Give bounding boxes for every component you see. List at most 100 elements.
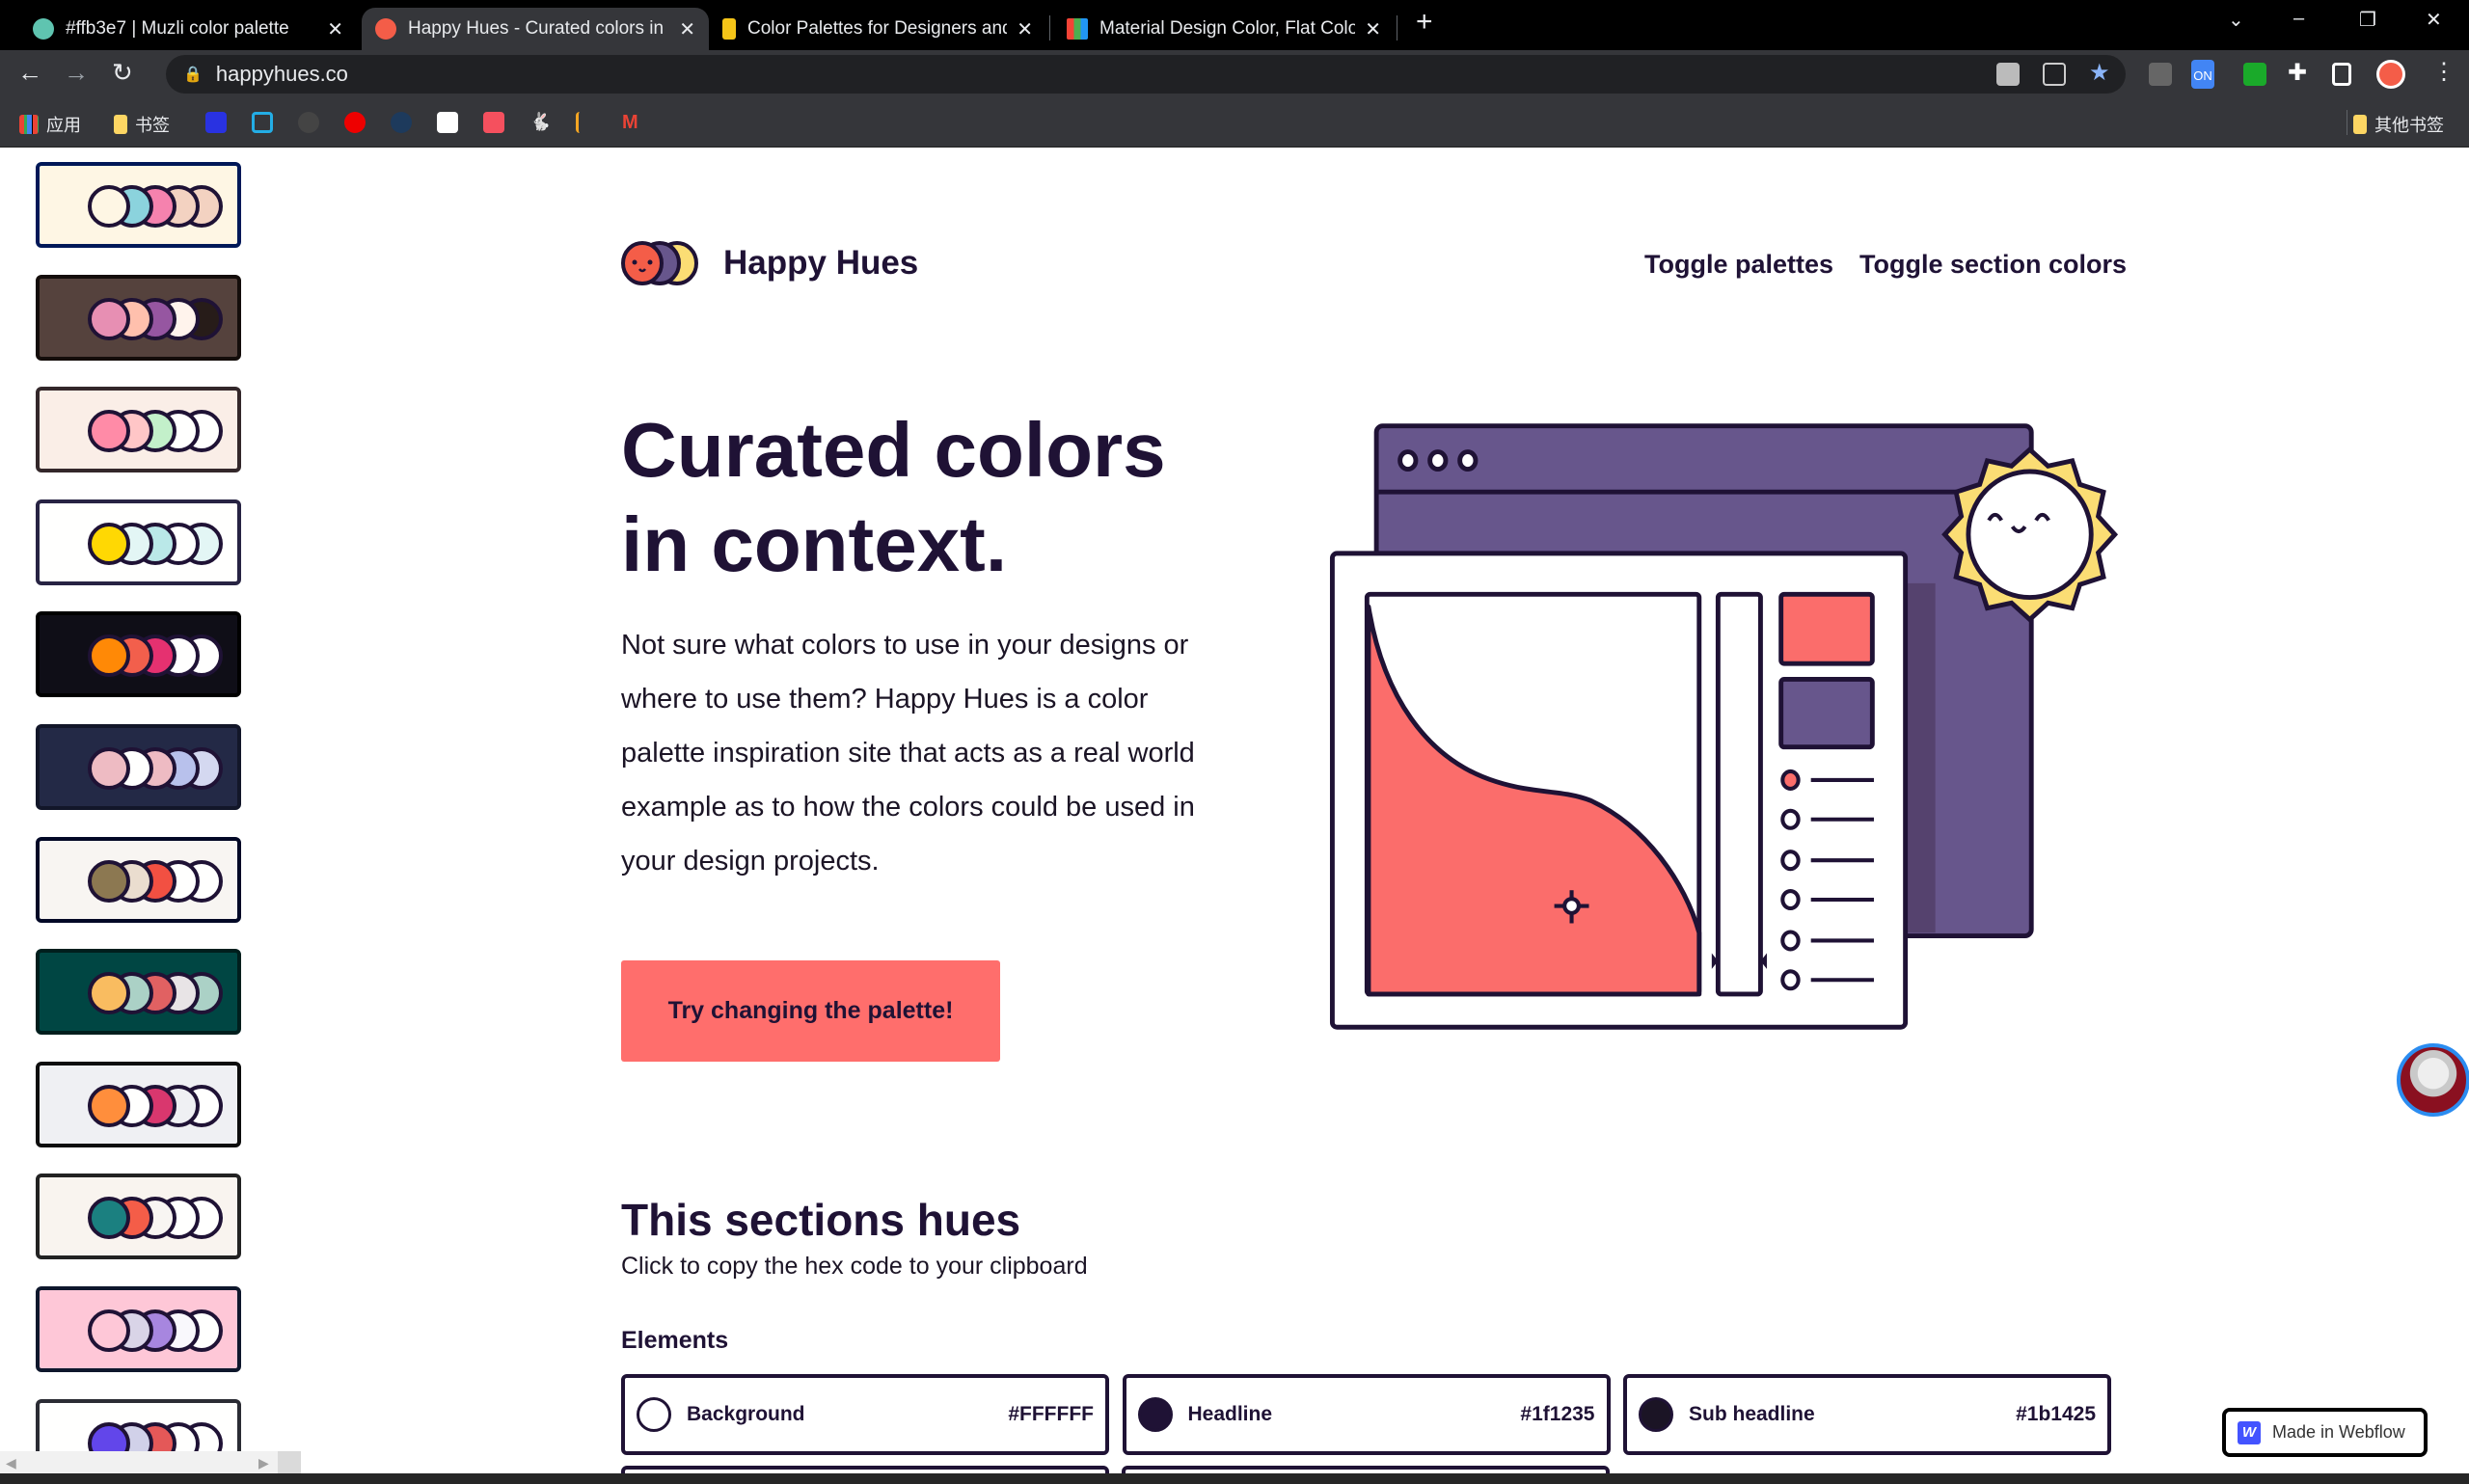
- element-color-card[interactable]: Sub headline #1b1425: [1623, 1374, 2111, 1455]
- palette-option[interactable]: [36, 499, 241, 585]
- element-hex: #1f1235: [1520, 1403, 1595, 1425]
- color-swatch: [1137, 1397, 1173, 1432]
- url-text: happyhues.co: [215, 62, 348, 86]
- radio-dot-icon: [1780, 850, 1801, 872]
- element-color-card[interactable]: Headline #1f1235: [1122, 1374, 1611, 1455]
- bookmark-other[interactable]: 其他书签: [2353, 112, 2444, 137]
- browser-toolbar: ← → ↻ 🔒 happyhues.co ★ ON ✚ ⋮: [0, 50, 2469, 98]
- palette-option[interactable]: [36, 274, 241, 361]
- muzli-favicon-icon: [33, 18, 54, 40]
- tab-material-design[interactable]: Material Design Color, Flat Colors ✕: [1053, 8, 1395, 50]
- extension-reader-icon[interactable]: [2149, 63, 2172, 86]
- palette-favicon-icon: [722, 18, 736, 40]
- baidu-icon[interactable]: [205, 112, 227, 133]
- palette-option[interactable]: [36, 724, 241, 810]
- close-tab-icon[interactable]: ✕: [327, 17, 343, 41]
- address-bar[interactable]: 🔒 happyhues.co: [166, 55, 2126, 94]
- element-hex: #1b1425: [2016, 1403, 2096, 1425]
- penguin-icon[interactable]: [437, 112, 458, 133]
- window-bottom-edge: [0, 1473, 2469, 1484]
- palette-color-swatch: [88, 297, 130, 340]
- profile-avatar[interactable]: [2376, 60, 2405, 89]
- window-shadow: [1907, 582, 1936, 933]
- tab-title: #ffb3e7 | Muzli color palette: [66, 18, 289, 39]
- element-name: Sub headline: [1689, 1403, 1815, 1425]
- share-icon[interactable]: [2043, 63, 2066, 86]
- color-swatch: [637, 1397, 671, 1432]
- brand-name[interactable]: Happy Hues: [723, 244, 918, 283]
- bookmark-label: 书签: [135, 116, 170, 135]
- tab-search-icon[interactable]: ⌄: [2228, 8, 2244, 32]
- back-icon[interactable]: ←: [17, 58, 42, 88]
- close-tab-icon[interactable]: ✕: [1017, 17, 1033, 41]
- toggle-section-colors-link[interactable]: Toggle section colors: [1859, 250, 2127, 280]
- tab-muzli[interactable]: #ffb3e7 | Muzli color palette ✕: [19, 8, 357, 50]
- menu-kebab-icon[interactable]: ⋮: [2432, 58, 2455, 85]
- rabbit-icon[interactable]: 🐇: [529, 112, 551, 133]
- palette-color-swatch: [88, 185, 130, 228]
- palette-option[interactable]: [36, 1286, 241, 1372]
- juejin-icon[interactable]: [576, 112, 597, 133]
- restore-icon[interactable]: ❐: [2359, 8, 2376, 32]
- translate-icon[interactable]: [1996, 63, 2020, 86]
- element-name: Headline: [1187, 1403, 1273, 1425]
- scroll-right-icon[interactable]: ▶: [258, 1455, 269, 1471]
- toggle-palettes-link[interactable]: Toggle palettes: [1644, 250, 1833, 280]
- radio-dot-icon: [1780, 930, 1801, 952]
- palette-option[interactable]: [36, 387, 241, 473]
- tab-bar: #ffb3e7 | Muzli color palette ✕ Happy Hu…: [0, 0, 2469, 50]
- material-favicon-icon: [1067, 18, 1088, 40]
- palette-option[interactable]: [36, 1174, 241, 1260]
- palette-option[interactable]: [36, 949, 241, 1036]
- sidebar-horizontal-scrollbar[interactable]: ◀ ▶: [0, 1451, 301, 1473]
- bilibili-icon[interactable]: [252, 112, 273, 133]
- radio-dot-icon: [1780, 888, 1801, 911]
- palette-option[interactable]: [36, 836, 241, 923]
- folder-icon: [2353, 115, 2367, 134]
- floating-avatar[interactable]: [2397, 1043, 2469, 1117]
- tab-color-palettes[interactable]: Color Palettes for Designers and Artists…: [709, 8, 1046, 50]
- reload-icon[interactable]: ↻: [112, 58, 133, 88]
- happy-hues-favicon-icon: [375, 18, 396, 40]
- docker-icon[interactable]: [391, 112, 412, 133]
- extension-on-icon[interactable]: ON: [2191, 60, 2214, 89]
- element-color-card[interactable]: Background #FFFFFF: [621, 1374, 1109, 1455]
- github-icon[interactable]: [298, 112, 319, 133]
- try-changing-palette-button[interactable]: Try changing the palette!: [621, 960, 1000, 1062]
- element-card-partial[interactable]: [1122, 1466, 1610, 1473]
- avatar-bookmark-icon[interactable]: [483, 112, 504, 133]
- tab-title: Material Design Color, Flat Colors: [1099, 18, 1356, 39]
- forward-icon[interactable]: →: [64, 58, 89, 88]
- bookmark-star-icon[interactable]: ★: [2089, 59, 2112, 86]
- bookmark-label: 应用: [46, 116, 81, 135]
- bookmark-folder[interactable]: 书签: [114, 112, 170, 137]
- window-dot-icon: [1457, 449, 1479, 472]
- extensions-puzzle-icon[interactable]: ✚: [2288, 59, 2311, 86]
- made-in-webflow-badge[interactable]: W Made in Webflow: [2222, 1408, 2428, 1457]
- palette-option[interactable]: [36, 611, 241, 698]
- palette-option[interactable]: [36, 1061, 241, 1147]
- radio-dot-icon: [1780, 769, 1801, 791]
- g-red-icon[interactable]: [344, 112, 366, 133]
- palette-option[interactable]: [36, 162, 241, 248]
- close-tab-icon[interactable]: ✕: [1365, 17, 1381, 41]
- hero-title: Curated colors in context.: [621, 403, 1296, 592]
- tab-divider: [1049, 15, 1050, 40]
- new-tab-button[interactable]: +: [1416, 6, 1433, 39]
- scroll-left-icon[interactable]: ◀: [6, 1455, 16, 1471]
- scrollbar-thumb[interactable]: [278, 1451, 301, 1473]
- bookmarks-bar: 应用 书签 🐇 M 其他书签: [0, 98, 2469, 148]
- bookmark-apps[interactable]: 应用: [19, 112, 81, 137]
- happy-hues-logo-icon[interactable]: [621, 241, 702, 285]
- close-tab-icon[interactable]: ✕: [679, 17, 695, 41]
- close-window-icon[interactable]: ✕: [2426, 8, 2442, 32]
- palette-option[interactable]: [36, 1398, 241, 1451]
- section-subtitle: Click to copy the hex code to your clipb…: [621, 1253, 1088, 1280]
- element-card-partial[interactable]: [621, 1466, 1109, 1473]
- elements-heading: Elements: [621, 1327, 729, 1354]
- gmail-icon[interactable]: M: [622, 112, 643, 133]
- tab-happy-hues[interactable]: Happy Hues - Curated colors in context ✕: [362, 8, 709, 50]
- extension-mouse-icon[interactable]: [2243, 63, 2266, 86]
- side-panel-icon[interactable]: [2332, 63, 2351, 86]
- minimize-icon[interactable]: –: [2293, 8, 2304, 30]
